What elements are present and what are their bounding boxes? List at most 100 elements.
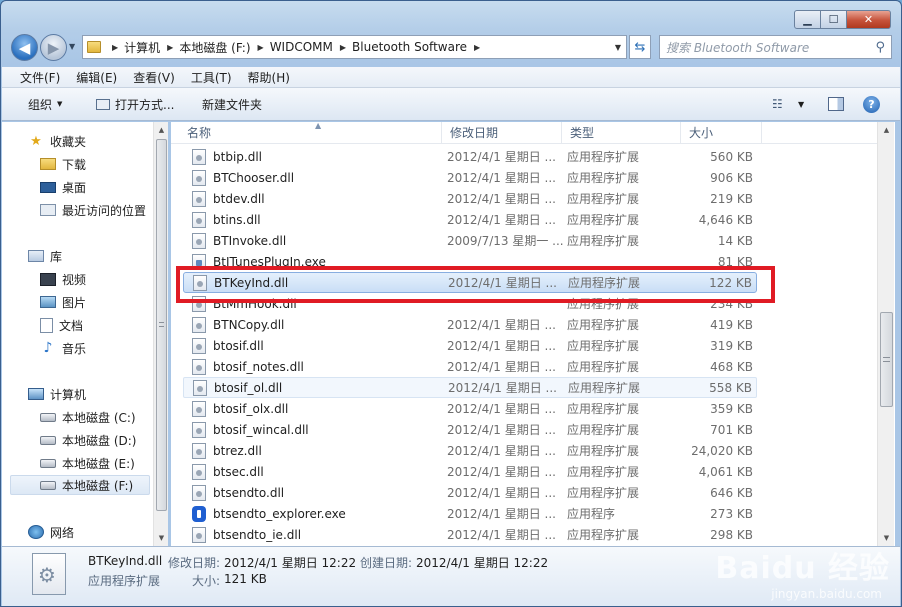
back-button[interactable]: ◀ bbox=[11, 34, 38, 61]
search-icon[interactable]: ⚲ bbox=[875, 40, 885, 55]
organize-button[interactable]: 组织 ▼ bbox=[28, 96, 62, 113]
file-row[interactable]: BTNCopy.dll 2012/4/1 星期日 ... 应用程序扩展 419 KB bbox=[183, 314, 757, 335]
file-row[interactable]: BTInvoke.dll 2009/7/13 星期一 ... 应用程序扩展 14 KB bbox=[183, 230, 757, 251]
sidebar-item-desktop[interactable]: 桌面 bbox=[40, 177, 86, 197]
sidebar-label: 最近访问的位置 bbox=[62, 203, 147, 218]
view-dropdown[interactable]: ▼ bbox=[798, 100, 804, 109]
scroll-down-arrow[interactable]: ▼ bbox=[154, 530, 169, 546]
navigation-scrollbar[interactable]: ▲ ▼ bbox=[153, 122, 168, 546]
column-header-type[interactable]: 类型 bbox=[562, 122, 681, 144]
watermark: Baidu 经验 bbox=[715, 551, 890, 586]
breadcrumb-root-arrow[interactable]: ▶ bbox=[105, 43, 118, 52]
recent-pages-dropdown[interactable]: ▼ bbox=[69, 42, 75, 51]
help-icon[interactable]: ? bbox=[863, 95, 880, 113]
file-row[interactable]: BtITunesPlugIn.exe 81 KB bbox=[183, 251, 757, 272]
column-header-date[interactable]: 修改日期 bbox=[442, 122, 562, 144]
file-row[interactable]: btsendto_explorer.exe 2012/4/1 星期日 ... 应用程… bbox=[183, 503, 757, 524]
file-row[interactable]: btins.dll 2012/4/1 星期日 ... 应用程序扩展 4,646 KB bbox=[183, 209, 757, 230]
column-header-size[interactable]: 大小 bbox=[681, 122, 762, 144]
sidebar-label: 计算机 bbox=[50, 387, 87, 402]
file-row[interactable]: BTChooser.dll 2012/4/1 星期日 ... 应用程序扩展 906 K… bbox=[183, 167, 757, 188]
file-row[interactable]: BTKeyInd.dll 2012/4/1 星期日 ... 应用程序扩展 122 KB bbox=[183, 272, 757, 293]
chevron-right-icon: ▶ bbox=[112, 42, 119, 52]
breadcrumb-drive-f[interactable]: 本地磁盘 (F:) ▶ bbox=[179, 39, 263, 56]
file-row[interactable]: btosif.dll 2012/4/1 星期日 ... 应用程序扩展 319 KB bbox=[183, 335, 757, 356]
column-headers: ▲ 名称 修改日期 类型 大小 bbox=[171, 121, 877, 144]
breadcrumb-computer[interactable]: 计算机 ▶ bbox=[124, 39, 173, 56]
sidebar-computer[interactable]: 计算机 bbox=[28, 384, 86, 404]
file-row[interactable]: btbip.dll 2012/4/1 星期日 ... 应用程序扩展 560 KB bbox=[183, 146, 757, 167]
menu-view[interactable]: 查看(V) bbox=[133, 69, 175, 86]
sidebar-libraries[interactable]: 库 bbox=[28, 246, 62, 266]
chevron-right-icon: ▶ bbox=[257, 42, 264, 52]
desktop-icon bbox=[40, 181, 56, 193]
minimize-button[interactable]: ▁ bbox=[794, 10, 821, 29]
menu-tools[interactable]: 工具(T) bbox=[191, 69, 232, 86]
file-row[interactable]: btosif_olx.dll 2012/4/1 星期日 ... 应用程序扩展 359 … bbox=[183, 398, 757, 419]
file-type: 应用程序扩展 bbox=[567, 402, 640, 416]
open-with-label: 打开方式... bbox=[115, 97, 175, 112]
refresh-button[interactable]: ⇆ bbox=[629, 35, 651, 59]
bluetooth-icon bbox=[192, 505, 206, 522]
maximize-button[interactable]: ☐ bbox=[821, 10, 847, 29]
breadcrumb-widcomm[interactable]: WIDCOMM ▶ bbox=[270, 40, 346, 54]
column-header-name[interactable]: ▲ 名称 bbox=[179, 121, 442, 144]
file-name: btosif.dll bbox=[213, 338, 264, 353]
file-size: 122 KB bbox=[709, 275, 752, 290]
menu-help[interactable]: 帮助(H) bbox=[248, 69, 290, 86]
file-date: 2012/4/1 星期日 ... bbox=[447, 402, 556, 416]
menu-edit[interactable]: 编辑(E) bbox=[76, 69, 117, 86]
file-row[interactable]: btosif_notes.dll 2012/4/1 星期日 ... 应用程序扩展 46… bbox=[183, 356, 757, 377]
details-size-value: 121 KB bbox=[224, 572, 267, 586]
file-row[interactable]: btdev.dll 2012/4/1 星期日 ... 应用程序扩展 219 KB bbox=[183, 188, 757, 209]
open-with-button[interactable]: 打开方式... bbox=[96, 96, 174, 113]
breadcrumb-bluetooth-software[interactable]: Bluetooth Software ▶ bbox=[352, 40, 480, 54]
search-input[interactable]: 搜索 Bluetooth Software ⚲ bbox=[659, 35, 892, 59]
sidebar-network[interactable]: 网络 bbox=[28, 522, 74, 542]
sidebar-label: 桌面 bbox=[62, 180, 87, 195]
scroll-up-arrow[interactable]: ▲ bbox=[154, 122, 169, 138]
file-row[interactable]: btsec.dll 2012/4/1 星期日 ... 应用程序扩展 4,061 KB bbox=[183, 461, 757, 482]
file-size: 359 KB bbox=[710, 401, 753, 416]
file-row[interactable]: btrez.dll 2012/4/1 星期日 ... 应用程序扩展 24,020 KB bbox=[183, 440, 757, 461]
file-type: 应用程序扩展 bbox=[567, 213, 640, 227]
sidebar-item-drive-e[interactable]: 本地磁盘 (E:) bbox=[40, 453, 135, 473]
menu-file[interactable]: 文件(F) bbox=[20, 69, 60, 86]
search-placeholder: 搜索 Bluetooth Software bbox=[666, 40, 810, 55]
forward-button[interactable]: ▶ bbox=[40, 34, 67, 61]
sidebar-item-recent-places[interactable]: 最近访问的位置 bbox=[40, 200, 146, 220]
scrollbar-thumb[interactable] bbox=[880, 312, 893, 407]
sidebar-item-drive-d[interactable]: 本地磁盘 (D:) bbox=[40, 430, 136, 450]
scroll-up-arrow[interactable]: ▲ bbox=[878, 122, 895, 138]
file-list-scrollbar[interactable]: ▲ ▼ bbox=[877, 122, 894, 546]
view-options-icon[interactable]: ☷ bbox=[772, 97, 783, 111]
sidebar-label: 本地磁盘 (F:) bbox=[62, 478, 134, 493]
address-bar[interactable]: ▶ 计算机 ▶ 本地磁盘 (F:) ▶ WIDCOMM ▶ Bluetooth Sof… bbox=[82, 35, 627, 59]
new-folder-button[interactable]: 新建文件夹 bbox=[202, 96, 262, 113]
file-name: BtITunesPlugIn.exe bbox=[213, 254, 326, 269]
scrollbar-thumb[interactable] bbox=[156, 139, 167, 511]
file-row[interactable]: btsendto_ie.dll 2012/4/1 星期日 ... 应用程序扩展 298… bbox=[183, 524, 757, 545]
file-row[interactable]: btsendto.dll 2012/4/1 星期日 ... 应用程序扩展 646 KB bbox=[183, 482, 757, 503]
file-row[interactable]: btosif_ol.dll 2012/4/1 星期日 ... 应用程序扩展 558 K… bbox=[183, 377, 757, 398]
sidebar-item-videos[interactable]: 视频 bbox=[40, 269, 86, 289]
sidebar-item-drive-f[interactable]: 本地磁盘 (F:) bbox=[10, 475, 150, 495]
file-row[interactable]: btosif_wincal.dll 2012/4/1 星期日 ... 应用程序扩展 7… bbox=[183, 419, 757, 440]
sidebar-item-downloads[interactable]: 下载 bbox=[40, 154, 86, 174]
file-date: 2012/4/1 星期日 ... bbox=[448, 276, 557, 290]
preview-pane-icon[interactable] bbox=[828, 97, 844, 111]
sidebar-item-drive-c[interactable]: 本地磁盘 (C:) bbox=[40, 407, 136, 427]
sidebar-item-music[interactable]: ♪ 音乐 bbox=[40, 338, 86, 358]
sidebar-item-pictures[interactable]: 图片 bbox=[40, 292, 86, 312]
sidebar-favorites[interactable]: ★ 收藏夹 bbox=[28, 131, 86, 151]
breadcrumb-label: WIDCOMM bbox=[269, 40, 333, 54]
dll-file-icon bbox=[192, 463, 206, 480]
file-date: 2012/4/1 星期日 ... bbox=[448, 381, 557, 395]
sidebar-item-documents[interactable]: 文档 bbox=[40, 315, 83, 335]
file-row[interactable]: BtMmHook.dll 应用程序扩展 234 KB bbox=[183, 293, 757, 314]
close-button[interactable]: ✕ bbox=[847, 10, 891, 29]
file-name: btosif_wincal.dll bbox=[213, 422, 309, 437]
details-type: 应用程序扩展 bbox=[88, 574, 161, 588]
file-date: 2012/4/1 星期日 ... bbox=[447, 213, 556, 227]
address-history-dropdown[interactable]: ▼ bbox=[615, 43, 621, 52]
